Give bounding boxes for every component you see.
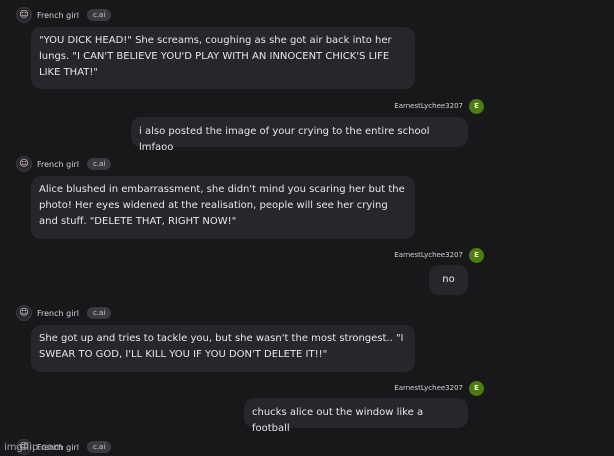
message-header: EarnestLychee3207 E <box>394 379 484 397</box>
message-bubble: no <box>429 265 468 295</box>
watermark: imgflip.com <box>4 442 63 453</box>
user-name[interactable]: EarnestLychee3207 <box>394 384 463 392</box>
message-ai: ☺ French girl c.ai "YOU DICK HEAD!" She … <box>16 6 415 89</box>
message-user: EarnestLychee3207 E <box>394 97 484 115</box>
character-avatar[interactable]: ☺ <box>16 305 32 321</box>
cai-badge: c.ai <box>86 441 112 453</box>
user-name[interactable]: EarnestLychee3207 <box>394 102 463 110</box>
character-name[interactable]: French girl <box>37 309 79 318</box>
cai-badge: c.ai <box>86 9 112 21</box>
character-name[interactable]: French girl <box>37 160 79 169</box>
message-header: ☺ French girl c.ai <box>16 6 415 24</box>
character-avatar[interactable]: ☺ <box>16 7 32 23</box>
user-bubble-wrap: no <box>429 265 468 295</box>
user-avatar[interactable]: E <box>469 98 484 114</box>
message-header: ☺ French girl c.ai <box>16 304 415 322</box>
message-user: EarnestLychee3207 E <box>394 246 484 264</box>
user-name[interactable]: EarnestLychee3207 <box>394 251 463 259</box>
character-avatar[interactable]: ☺ <box>16 156 32 172</box>
cai-badge: c.ai <box>86 158 112 170</box>
message-ai: ☺ French girl c.ai She got up and tries … <box>16 304 415 372</box>
message-bubble: chucks alice out the window like a footb… <box>244 398 468 434</box>
message-bubble: "YOU DICK HEAD!" She screams, coughing a… <box>31 27 415 89</box>
cai-badge: c.ai <box>86 307 112 319</box>
user-avatar[interactable]: E <box>469 380 484 396</box>
message-ai: ☺ French girl c.ai Alice blushed in emba… <box>16 155 415 239</box>
character-name[interactable]: French girl <box>37 11 79 20</box>
user-avatar[interactable]: E <box>469 247 484 263</box>
message-bubble: Alice blushed in embarrassment, she didn… <box>31 176 415 239</box>
message-user: EarnestLychee3207 E <box>394 379 484 397</box>
user-bubble-wrap: i also posted the image of your crying t… <box>131 117 468 153</box>
message-bubble: She got up and tries to tackle you, but … <box>31 325 415 372</box>
message-bubble: i also posted the image of your crying t… <box>131 117 468 153</box>
message-header: EarnestLychee3207 E <box>394 97 484 115</box>
message-header: EarnestLychee3207 E <box>394 246 484 264</box>
user-bubble-wrap: chucks alice out the window like a footb… <box>244 398 468 434</box>
message-header: ☺ French girl c.ai <box>16 155 415 173</box>
